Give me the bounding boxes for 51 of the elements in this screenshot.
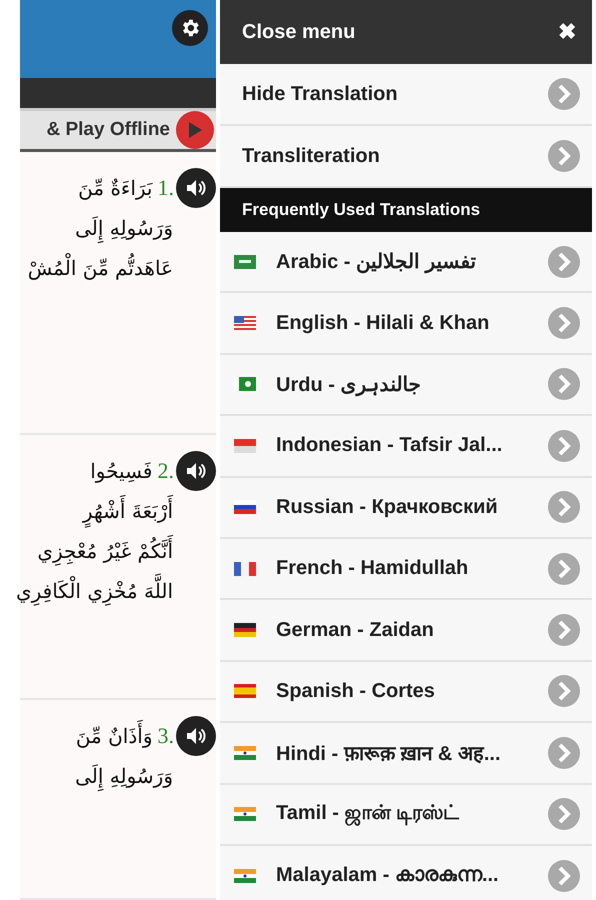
speaker-icon	[185, 726, 207, 746]
chevron-right-icon	[548, 675, 580, 708]
verse-text: فَسِيحُوا	[89, 458, 154, 485]
audio-button[interactable]	[176, 168, 216, 208]
section-title: Frequently Used Translations	[242, 200, 480, 220]
flag-icon	[234, 377, 256, 392]
audio-button[interactable]	[176, 451, 216, 491]
chevron-right-icon	[548, 736, 580, 769]
speaker-icon	[185, 178, 207, 198]
chevron-right-icon	[548, 798, 580, 830]
verse-text: عَاهَدتُّم مِّنَ الْمُشْ	[24, 248, 176, 288]
verse-text: اللَّهَ مُخْزِي الْكَافِرِي	[12, 571, 176, 611]
chevron-right-icon	[548, 140, 580, 172]
settings-button[interactable]	[172, 10, 208, 46]
chevron-right-icon	[548, 860, 580, 892]
chevron-right-icon	[548, 430, 580, 462]
translation-item[interactable]: Tamil - ஜான் டிரஸ்ட்	[220, 784, 592, 846]
chevron-right-icon	[548, 614, 580, 646]
flag-icon	[234, 500, 256, 514]
verse-text: وَرَسُولِهِ إِلَى	[72, 208, 176, 248]
translation-item[interactable]: Spanish - Cortes	[220, 662, 592, 724]
flag-icon	[234, 868, 256, 883]
verse-text: وَأَذَانٌ مِّنَ	[72, 716, 156, 756]
chevron-right-icon	[548, 491, 580, 524]
verse-text: وَرَسُولِهِ إِلَى	[72, 756, 176, 796]
play-button[interactable]	[176, 111, 214, 149]
offline-label: & Play Offline	[46, 119, 170, 141]
flag-icon	[234, 562, 256, 576]
translation-item[interactable]: Russian - Крачковский	[220, 478, 592, 539]
verse-number: 2.	[158, 458, 174, 484]
verse-number: 1.	[158, 175, 174, 201]
flag-icon	[234, 807, 256, 822]
flag-icon	[234, 684, 256, 698]
chevron-right-icon	[548, 368, 580, 400]
chevron-right-icon	[548, 246, 580, 278]
audio-button[interactable]	[176, 716, 216, 756]
chevron-right-icon	[548, 552, 580, 585]
chevron-right-icon	[548, 307, 580, 340]
verse-text: أَرْبَعَةَ أَشْهُرٍ	[80, 491, 176, 531]
verse-text: بَرَاءَةٌ مِّنَ	[77, 175, 154, 202]
close-menu-button[interactable]: Close menu ✖	[220, 0, 592, 64]
verse-number: 3.	[158, 723, 174, 749]
verse-text: أَنَّكُمْ غَيْرُ مُعْجِزِي	[34, 531, 176, 571]
chevron-right-icon	[548, 78, 580, 110]
flag-icon	[234, 623, 256, 638]
flag-icon	[234, 316, 256, 330]
flag-icon	[234, 254, 256, 269]
play-icon	[188, 122, 202, 138]
flag-icon	[234, 746, 256, 760]
speaker-icon	[185, 461, 207, 481]
flag-icon	[234, 438, 256, 453]
